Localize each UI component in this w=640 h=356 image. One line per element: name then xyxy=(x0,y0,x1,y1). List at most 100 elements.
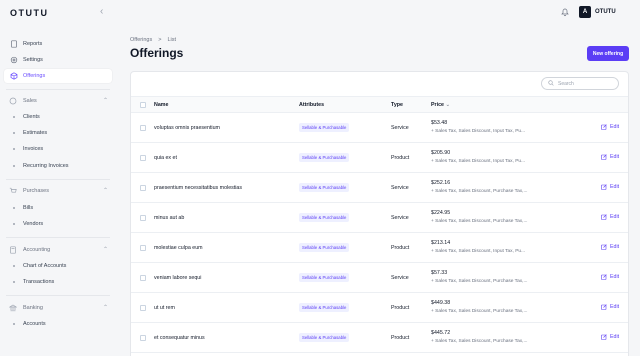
sidebar-item-label: Reports xyxy=(23,41,43,47)
edit-icon xyxy=(601,124,607,130)
sidebar-item-label: Offerings xyxy=(23,73,46,79)
edit-label: Edit xyxy=(610,124,620,130)
edit-button[interactable]: Edit xyxy=(601,184,619,190)
offering-type: Product xyxy=(391,335,410,341)
sidebar-item-recurring-invoices[interactable]: Recurring Invoices xyxy=(4,159,112,173)
row-checkbox[interactable] xyxy=(140,155,146,161)
offering-taxes: + Sales Tax, Sales Discount, Input Tax, … xyxy=(431,129,526,134)
chevron-up-icon: ⌃ xyxy=(102,247,108,253)
row-checkbox[interactable] xyxy=(140,245,146,251)
column-header-name[interactable]: Name xyxy=(154,102,168,108)
table-row[interactable]: molestiae culpa eum Sellable & Purchasabl… xyxy=(131,233,628,263)
bullet-icon xyxy=(13,148,15,150)
sidebar-group-banking[interactable]: Banking ⌃ xyxy=(4,301,112,315)
offering-taxes: + Sales Tax, Sales Discount, Input Tax, … xyxy=(431,159,526,164)
sidebar-item-offerings[interactable]: Offerings xyxy=(4,69,112,83)
offering-type: Product xyxy=(391,305,410,311)
sidebar-item-estimates[interactable]: Estimates xyxy=(4,126,112,140)
table-row[interactable]: ut ut rem Sellable & Purchasable Product $4… xyxy=(131,293,628,323)
edit-button[interactable]: Edit xyxy=(601,334,619,340)
edit-label: Edit xyxy=(610,214,620,220)
sidebar-item-label: Transactions xyxy=(23,279,55,285)
table-row[interactable]: minus aut ab Sellable & Purchasable Servic… xyxy=(131,203,628,233)
table-row[interactable]: praesentium necessitatibus molestias Sell… xyxy=(131,173,628,203)
offering-price: $205.90 xyxy=(431,150,451,156)
offering-name[interactable]: veniam labore sequi xyxy=(154,275,201,281)
sidebar-item-transactions[interactable]: Transactions xyxy=(4,275,112,289)
edit-button[interactable]: Edit xyxy=(601,124,619,130)
sidebar-item-reports[interactable]: Reports xyxy=(4,37,112,51)
row-checkbox[interactable] xyxy=(140,215,146,221)
sidebar-item-accounts[interactable]: Accounts xyxy=(4,317,112,331)
table-row[interactable]: voluptas omnis praesentium Sellable & Pur… xyxy=(131,113,628,143)
table-row[interactable]: et consequatur minus Sellable & Purchasab… xyxy=(131,323,628,353)
edit-icon xyxy=(601,334,607,340)
bullet-icon xyxy=(13,281,15,283)
edit-button[interactable]: Edit xyxy=(601,214,619,220)
table-header: Name Attributes Type Price ⌄ xyxy=(131,96,628,113)
app-logo[interactable]: OTUTU xyxy=(10,8,49,18)
page-title: Offerings xyxy=(130,46,184,60)
breadcrumb-separator: > xyxy=(158,37,162,43)
sidebar-item-bills[interactable]: Bills xyxy=(4,201,112,215)
edit-icon xyxy=(601,304,607,310)
sidebar-divider xyxy=(6,237,110,238)
sidebar-group-accounting[interactable]: Accounting ⌃ xyxy=(4,243,112,257)
sidebar-item-label: Bills xyxy=(23,205,34,211)
edit-button[interactable]: Edit xyxy=(601,154,619,160)
column-header-price[interactable]: Price ⌄ xyxy=(431,102,450,108)
row-checkbox[interactable] xyxy=(140,185,146,191)
offering-price: $53.48 xyxy=(431,120,448,126)
row-checkbox[interactable] xyxy=(140,125,146,131)
edit-button[interactable]: Edit xyxy=(601,244,619,250)
sidebar-group-sales[interactable]: Sales ⌃ xyxy=(4,94,112,108)
collapse-sidebar-icon[interactable]: ‹ xyxy=(100,6,103,17)
bell-icon[interactable] xyxy=(560,7,570,17)
offering-type: Service xyxy=(391,125,409,131)
sidebar-item-label: Recurring Invoices xyxy=(23,163,69,169)
sidebar-group-label: Purchases xyxy=(23,188,49,194)
sidebar-group-label: Accounting xyxy=(23,247,51,253)
breadcrumb-parent[interactable]: Offerings xyxy=(130,37,152,43)
offering-name[interactable]: et consequatur minus xyxy=(154,335,205,341)
attribute-badge: Sellable & Purchasable xyxy=(299,333,350,342)
offering-name[interactable]: voluptas omnis praesentium xyxy=(154,125,220,131)
sidebar-item-label: Vendors xyxy=(23,221,44,227)
offering-type: Service xyxy=(391,275,409,281)
row-checkbox[interactable] xyxy=(140,335,146,341)
select-all-checkbox[interactable] xyxy=(140,102,146,108)
settings-icon xyxy=(9,56,18,65)
offering-name[interactable]: ut ut rem xyxy=(154,305,175,311)
offering-price: $213.14 xyxy=(431,240,451,246)
avatar[interactable]: A xyxy=(579,6,591,18)
offering-name[interactable]: molestiae culpa eum xyxy=(154,245,203,251)
sidebar-group-purchases[interactable]: Purchases ⌃ xyxy=(4,184,112,198)
offering-name[interactable]: minus aut ab xyxy=(154,215,184,221)
edit-label: Edit xyxy=(610,274,620,280)
table-row[interactable]: quia ex et Sellable & Purchasable Product $… xyxy=(131,143,628,173)
user-name[interactable]: OTUTU xyxy=(595,9,616,15)
edit-button[interactable]: Edit xyxy=(601,274,619,280)
top-bar: OTUTU ‹ A OTUTU xyxy=(0,0,640,26)
sidebar-item-settings[interactable]: Settings xyxy=(4,53,112,67)
column-header-type[interactable]: Type xyxy=(391,102,403,108)
sidebar-divider xyxy=(6,295,110,296)
document-icon xyxy=(9,40,18,49)
sidebar-item-clients[interactable]: Clients xyxy=(4,110,112,124)
sidebar-item-chart-of-accounts[interactable]: Chart of Accounts xyxy=(4,259,112,273)
sidebar-item-label: Clients xyxy=(23,114,40,120)
sidebar-group-label: Sales xyxy=(23,98,37,104)
search-input[interactable]: Search xyxy=(541,77,619,90)
offering-price: $445.72 xyxy=(431,330,451,336)
sidebar-item-invoices[interactable]: Invoices xyxy=(4,142,112,156)
edit-button[interactable]: Edit xyxy=(601,304,619,310)
bullet-icon xyxy=(13,116,15,118)
offering-name[interactable]: quia ex et xyxy=(154,155,177,161)
offering-name[interactable]: praesentium necessitatibus molestias xyxy=(154,185,242,191)
column-header-attributes[interactable]: Attributes xyxy=(299,102,324,108)
row-checkbox[interactable] xyxy=(140,305,146,311)
table-row[interactable]: veniam labore sequi Sellable & Purchasabl… xyxy=(131,263,628,293)
sidebar-item-vendors[interactable]: Vendors xyxy=(4,217,112,231)
row-checkbox[interactable] xyxy=(140,275,146,281)
new-offering-button[interactable]: New offering xyxy=(587,46,629,61)
